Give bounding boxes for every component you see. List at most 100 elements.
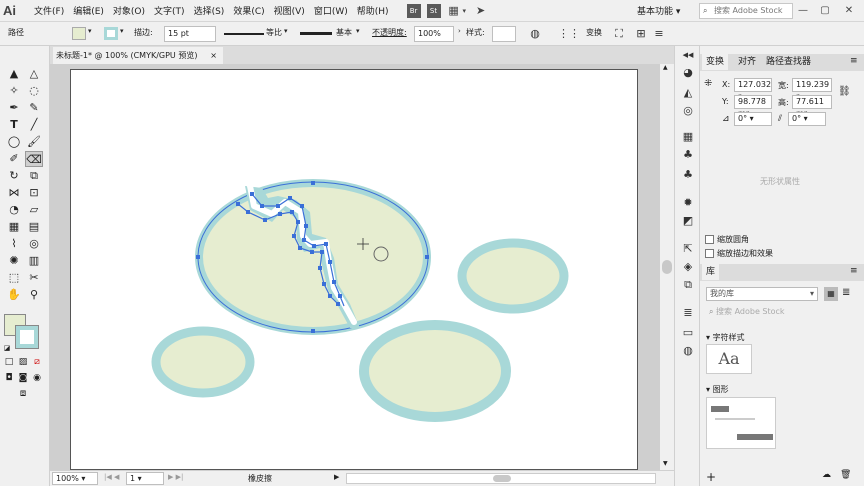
scroll-down-icon[interactable]: ▼: [663, 460, 668, 467]
artboard-field[interactable]: 1 ▾: [126, 472, 164, 485]
brush-label[interactable]: 基本: [336, 27, 352, 38]
selection-tool-icon[interactable]: ▲: [5, 66, 23, 82]
stock-button[interactable]: St: [426, 3, 441, 18]
screen-mode-icon[interactable]: ⧈: [14, 386, 32, 402]
tab-document[interactable]: 未标题-1* @ 100% (CMYK/GPU 预览) ×: [53, 47, 223, 64]
shape-builder-icon[interactable]: ◔: [5, 202, 23, 218]
canvas-area[interactable]: [50, 64, 660, 470]
draw-behind-icon[interactable]: ◙: [16, 370, 30, 386]
tab-pathfinder[interactable]: 路径查找器: [762, 54, 815, 70]
free-transform-icon[interactable]: ⊡: [25, 185, 43, 201]
transparency-icon[interactable]: ◩: [680, 214, 696, 228]
close-tab-icon[interactable]: ×: [210, 47, 217, 64]
appearance-icon[interactable]: ▭: [680, 326, 696, 340]
blend-tool-icon[interactable]: ◎: [25, 236, 43, 252]
char-styles-section[interactable]: ▾ 字符样式: [706, 332, 745, 343]
panel-menu-icon[interactable]: ≡: [850, 56, 858, 66]
horizontal-scroll-thumb[interactable]: [493, 475, 511, 482]
stroke-panel-icon[interactable]: ✹: [680, 196, 696, 210]
eyedropper-icon[interactable]: ⌇: [5, 236, 23, 252]
rotate-field[interactable]: 0° ▾: [734, 112, 772, 126]
status-menu-icon[interactable]: ▶: [334, 473, 339, 481]
artwork[interactable]: [50, 64, 660, 470]
chevron-down-icon[interactable]: ▾: [463, 7, 467, 15]
scale-corners-checkbox[interactable]: [705, 235, 714, 244]
isolate-icon[interactable]: ⛶: [612, 27, 626, 41]
chevron-down-icon[interactable]: ▾: [120, 27, 124, 35]
lasso-icon[interactable]: ◌: [25, 83, 43, 99]
stroke-weight-field[interactable]: 15 pt: [164, 26, 216, 42]
horizontal-scrollbar[interactable]: [346, 473, 656, 484]
tab-transform[interactable]: 变换: [702, 54, 729, 70]
recolor-icon[interactable]: ◍: [528, 27, 542, 41]
export-icon[interactable]: ⇱: [680, 242, 696, 256]
ellipse-right[interactable]: [457, 238, 569, 314]
first-artboard-icon[interactable]: |◀ ◀: [104, 473, 119, 481]
color-theme-icon[interactable]: ◕: [680, 66, 696, 80]
tab-align[interactable]: 对齐: [734, 54, 760, 70]
ellipse-bottom-left[interactable]: [151, 326, 255, 398]
scroll-up-icon[interactable]: ▲: [663, 64, 668, 71]
width-field[interactable]: 119.239 r: [792, 78, 832, 101]
vertical-scroll-thumb[interactable]: [662, 260, 672, 274]
ellipse-bottom-center[interactable]: [359, 320, 511, 422]
ellipse-tool-icon[interactable]: ◯: [5, 134, 23, 150]
slice-tool-icon[interactable]: ✂: [25, 270, 43, 286]
menu-icon[interactable]: ≡: [652, 27, 666, 41]
artboard-tool-icon[interactable]: ⬚: [5, 270, 23, 286]
graphic-style-picker[interactable]: [492, 26, 516, 42]
next-artboard-icon[interactable]: ▶ ▶|: [168, 473, 183, 481]
reference-point-icon[interactable]: ⁜: [704, 78, 712, 89]
stroke-color-swatch[interactable]: [15, 325, 39, 349]
arrange-documents-icon[interactable]: ▦: [447, 4, 461, 18]
char-style-thumbnail[interactable]: Aa: [706, 344, 752, 374]
direct-selection-tool-icon[interactable]: △: [25, 66, 43, 82]
draw-normal-icon[interactable]: ◘: [2, 370, 16, 386]
collapse-icon[interactable]: ◀◀: [680, 48, 696, 62]
gradient-tool-icon[interactable]: ▤: [25, 219, 43, 235]
close-icon[interactable]: ✕: [842, 4, 856, 18]
gradient-mode-icon[interactable]: ▨: [16, 354, 30, 370]
align-icon[interactable]: ⋮⋮: [558, 27, 580, 41]
minimize-icon[interactable]: —: [796, 4, 810, 18]
stock-search-input[interactable]: ⌕ 搜索 Adobe Stock: [699, 3, 793, 19]
list-view-icon[interactable]: ≣: [842, 287, 850, 298]
tab-libraries[interactable]: 库: [702, 264, 720, 280]
profile-label[interactable]: 等比: [266, 27, 282, 38]
fill-swatch[interactable]: [72, 27, 86, 40]
graph-tool-icon[interactable]: ▥: [25, 253, 43, 269]
menu-object[interactable]: 对象(O): [113, 4, 145, 17]
cloud-sync-icon[interactable]: ☁: [822, 470, 831, 480]
chevron-down-icon[interactable]: ▾: [88, 27, 92, 35]
color-mode-icon[interactable]: □: [2, 354, 16, 370]
paintbrush-icon[interactable]: 🖌: [25, 134, 43, 150]
opacity-field[interactable]: 100%: [414, 26, 454, 42]
artboards-icon[interactable]: ⧉: [680, 278, 696, 292]
library-select[interactable]: 我的库 ▾: [706, 287, 818, 301]
eraser-tool-icon[interactable]: ⌫: [25, 151, 43, 167]
menu-select[interactable]: 选择(S): [194, 4, 225, 17]
transform-link[interactable]: 变换: [586, 27, 602, 38]
color-guide-icon[interactable]: ◭: [680, 86, 696, 100]
rotate-tool-icon[interactable]: ↻: [5, 168, 23, 184]
mesh-tool-icon[interactable]: ▦: [5, 219, 23, 235]
x-field[interactable]: 127.032 r: [734, 78, 772, 101]
link-icon[interactable]: ⛓: [838, 86, 851, 97]
hand-tool-icon[interactable]: ✋: [5, 287, 23, 303]
grid-view-icon[interactable]: ▦: [824, 287, 838, 301]
shaper-tool-icon[interactable]: ✐: [5, 151, 23, 167]
none-mode-icon[interactable]: ⧄: [30, 354, 44, 370]
menu-file[interactable]: 文件(F): [34, 4, 64, 17]
ellipse-main[interactable]: [195, 179, 431, 335]
trash-icon[interactable]: 🗑: [840, 470, 851, 480]
send-icon[interactable]: ➤: [476, 4, 485, 17]
graphics-section[interactable]: ▾ 图形: [706, 384, 729, 395]
swatches-icon[interactable]: ▦: [680, 130, 696, 144]
panel-menu-icon[interactable]: ≡: [850, 266, 858, 276]
symbols-icon[interactable]: ♣: [680, 168, 696, 182]
menu-type[interactable]: 文字(T): [154, 4, 185, 17]
zoom-tool-icon[interactable]: ⚲: [25, 287, 43, 303]
menu-view[interactable]: 视图(V): [274, 4, 305, 17]
bridge-button[interactable]: Br: [406, 3, 421, 18]
add-icon[interactable]: +: [706, 470, 716, 484]
